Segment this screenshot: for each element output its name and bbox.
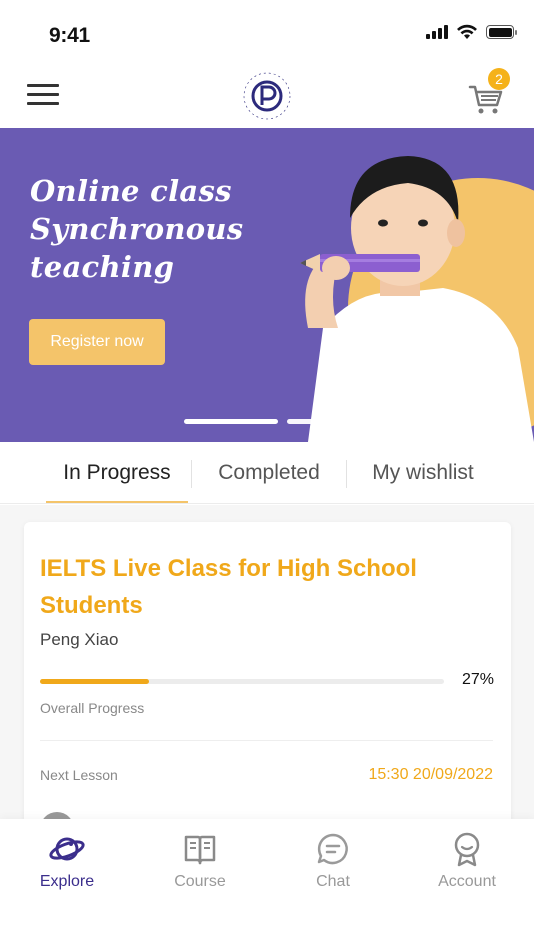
bottom-nav-account[interactable]: Account: [407, 831, 527, 891]
battery-icon: [486, 25, 517, 39]
tab-my-wishlist[interactable]: My wishlist: [352, 442, 494, 504]
user-icon: [454, 832, 480, 867]
carousel-dot[interactable]: [287, 419, 321, 424]
progress-bar: [40, 679, 444, 684]
banner-boy-with-pencil-illustration: [268, 128, 534, 442]
bottom-nav-label: Chat: [316, 873, 350, 890]
course-card[interactable]: IELTS Live Class for High School Student…: [24, 522, 511, 819]
bottom-nav-label: Account: [438, 873, 496, 890]
book-icon: [184, 835, 216, 865]
status-icons: [426, 24, 517, 40]
next-lesson-label: Next Lesson: [40, 767, 118, 783]
banner-carousel-indicator[interactable]: [184, 419, 354, 424]
bottom-nav-chat[interactable]: Chat: [273, 831, 393, 891]
active-tab-indicator: [46, 501, 188, 503]
register-now-button[interactable]: Register now: [29, 319, 165, 365]
status-bar: 9:41: [0, 0, 534, 64]
progress-percent: 27%: [462, 671, 495, 688]
signal-icon: [426, 25, 448, 39]
wifi-icon: [457, 24, 477, 39]
course-title[interactable]: IELTS Live Class for High School Student…: [40, 550, 480, 624]
promo-banner[interactable]: Online class Synchronous teaching Regist…: [0, 128, 534, 442]
progress-caption: Overall Progress: [40, 700, 145, 716]
course-teacher: Peng Xiao: [40, 630, 119, 649]
bottom-nav-label: Explore: [39, 873, 95, 890]
planet-icon: [49, 837, 85, 861]
chat-bubble-icon: [317, 833, 348, 865]
card-divider: [40, 740, 493, 741]
banner-title-line: Synchronous: [30, 212, 244, 246]
next-lesson-time: 15:30 20/09/2022: [368, 766, 493, 783]
carousel-dot-active[interactable]: [184, 419, 278, 424]
status-time: 9:41: [49, 24, 90, 47]
carousel-dot[interactable]: [330, 419, 354, 424]
cart-count-badge: 2: [488, 68, 510, 90]
hamburger-menu-icon[interactable]: [27, 84, 59, 108]
banner-title: Online class Synchronous teaching: [30, 172, 243, 286]
tab-divider: [346, 460, 347, 488]
progress-bar-fill: [40, 679, 150, 684]
top-nav-bar: [0, 64, 534, 128]
bottom-nav-label: Course: [174, 873, 226, 890]
avatar: [40, 812, 74, 819]
banner-title-line: Online class: [30, 174, 232, 208]
prosperity-education-logo: [243, 72, 291, 120]
bottom-tab-bar: Explore Course Chat Account: [0, 819, 534, 950]
bottom-nav-course[interactable]: Course: [140, 831, 260, 891]
tab-in-progress[interactable]: In Progress: [46, 442, 188, 504]
banner-title-line: teaching: [30, 250, 175, 284]
course-list: IELTS Live Class for High School Student…: [0, 505, 534, 819]
tab-completed[interactable]: Completed: [196, 442, 342, 504]
bottom-nav-explore[interactable]: Explore: [7, 831, 127, 891]
tab-divider: [191, 460, 192, 488]
course-status-tabs: In Progress Completed My wishlist: [0, 442, 534, 504]
